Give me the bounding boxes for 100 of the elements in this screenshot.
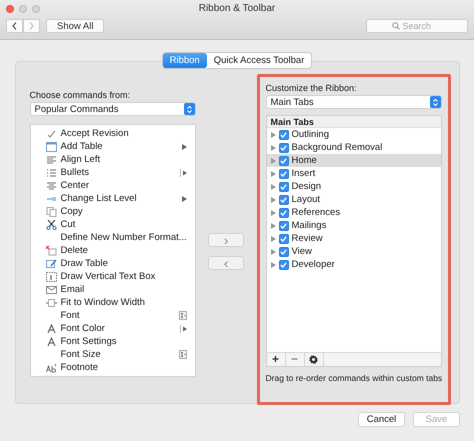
expand-arrow-icon[interactable] xyxy=(270,132,276,138)
tree-row[interactable]: Mailings xyxy=(266,219,440,232)
list-item[interactable]: Draw Vertical Text Box xyxy=(30,270,195,283)
split-arrow-icon[interactable] xyxy=(180,324,187,332)
list-item[interactable]: Font Color xyxy=(30,322,195,335)
expand-arrow-icon[interactable] xyxy=(270,158,276,164)
list-item[interactable]: Cut xyxy=(30,218,195,231)
list-item[interactable]: Footnote xyxy=(30,361,195,374)
search-field[interactable]: Search xyxy=(366,19,468,33)
expand-arrow-icon[interactable] xyxy=(270,144,276,150)
list-item[interactable]: Center xyxy=(30,179,195,192)
list-item[interactable]: Bullets xyxy=(30,166,195,179)
list-item[interactable]: Font xyxy=(30,309,195,322)
checkbox[interactable] xyxy=(278,130,288,140)
tree-row[interactable]: Home xyxy=(266,154,440,167)
cancel-button[interactable]: Cancel xyxy=(358,412,405,427)
expand-arrow-icon[interactable] xyxy=(270,170,276,176)
tree-header: Main Tabs xyxy=(266,116,440,128)
tree-row[interactable]: Outlining xyxy=(266,128,440,141)
checkbox[interactable] xyxy=(278,208,288,218)
checkbox[interactable] xyxy=(278,194,288,204)
hint-text: Drag to re-order commands within custom tabs xyxy=(266,373,442,383)
expand-arrow-icon[interactable] xyxy=(270,248,276,254)
font-field-icon[interactable] xyxy=(178,350,187,359)
tab-name: Insert xyxy=(292,168,316,179)
add-button[interactable]: + xyxy=(266,353,286,366)
align-left-icon xyxy=(46,154,56,164)
tree-row[interactable]: Review xyxy=(266,232,440,245)
table-icon xyxy=(46,142,56,152)
expand-arrow-icon[interactable] xyxy=(270,210,276,216)
list-item[interactable]: Add Table xyxy=(30,140,195,153)
list-item[interactable]: Copy xyxy=(30,205,195,218)
submenu-arrow-icon[interactable] xyxy=(182,144,187,150)
letter-icon xyxy=(46,324,56,334)
list-item[interactable]: Font Size xyxy=(30,348,195,361)
checkbox[interactable] xyxy=(278,260,288,270)
list-item[interactable]: Define New Number Format... xyxy=(30,231,195,244)
tab-name: Outlining xyxy=(292,129,329,140)
tree-row[interactable]: Layout xyxy=(266,193,440,206)
expand-arrow-icon[interactable] xyxy=(270,222,276,228)
window-title: Ribbon & Toolbar xyxy=(198,3,276,14)
footnote-icon xyxy=(46,362,56,372)
stepper-icon xyxy=(430,96,440,108)
list-item[interactable]: Change List Level xyxy=(30,192,195,205)
tree-row[interactable]: Design xyxy=(266,180,440,193)
submenu-arrow-icon[interactable] xyxy=(182,196,187,202)
show-all-button[interactable]: Show All xyxy=(46,19,104,33)
expand-arrow-icon[interactable] xyxy=(270,236,276,242)
pencil-table-icon xyxy=(46,258,56,268)
list-item[interactable]: Email xyxy=(30,283,195,296)
list-item[interactable]: Accept Revision xyxy=(30,127,195,140)
tab-name: Layout xyxy=(292,194,320,205)
checkmark-icon xyxy=(46,128,56,138)
tabs-dropdown[interactable]: Main Tabs xyxy=(266,95,442,109)
list-item[interactable]: Font Settings xyxy=(30,335,195,348)
close-button[interactable] xyxy=(6,4,14,12)
commands-dropdown[interactable]: Popular Commands xyxy=(30,102,196,116)
tab-name: Background Removal xyxy=(292,142,382,153)
font-field-icon[interactable] xyxy=(178,311,187,320)
search-input[interactable]: Search xyxy=(402,21,442,31)
checkbox[interactable] xyxy=(278,220,288,230)
checkbox[interactable] xyxy=(278,234,288,244)
bullet-list-icon xyxy=(46,168,56,178)
text-box-icon xyxy=(46,272,56,282)
back-button[interactable] xyxy=(6,19,23,33)
stepper-icon xyxy=(184,103,195,115)
field-label: Choose commands from: xyxy=(30,90,132,100)
split-arrow-icon[interactable] xyxy=(180,168,187,176)
checkbox[interactable] xyxy=(278,168,288,178)
tree-row[interactable]: Background Removal xyxy=(266,141,440,154)
tree-row[interactable]: Developer xyxy=(266,258,440,271)
tab-name: View xyxy=(292,246,312,257)
chevron-left-icon xyxy=(12,22,17,30)
tree-row[interactable]: Insert xyxy=(266,167,440,180)
expand-arrow-icon[interactable] xyxy=(270,262,276,268)
list-item[interactable]: Delete xyxy=(30,244,195,257)
copy-icon xyxy=(46,206,56,216)
list-item[interactable]: Align Left xyxy=(30,153,195,166)
list-item[interactable]: Draw Table xyxy=(30,257,195,270)
tab-name: Home xyxy=(292,155,317,166)
tree-row[interactable]: References xyxy=(266,206,440,219)
align-center-icon xyxy=(46,180,56,190)
delete-icon xyxy=(46,246,56,256)
tab-name: Review xyxy=(292,233,323,244)
checkbox[interactable] xyxy=(278,156,288,166)
field-label: Customize the Ribbon: xyxy=(266,83,358,93)
fit-width-icon xyxy=(46,298,56,308)
tab-name: Mailings xyxy=(292,220,326,231)
checkbox[interactable] xyxy=(278,142,288,152)
checkbox[interactable] xyxy=(278,246,288,256)
list-item[interactable]: Fit to Window Width xyxy=(30,296,195,309)
tab-name: Developer xyxy=(292,259,335,270)
tree-row[interactable]: View xyxy=(266,245,440,258)
checkbox[interactable] xyxy=(278,182,288,192)
search-icon xyxy=(392,22,400,30)
expand-arrow-icon[interactable] xyxy=(270,196,276,202)
expand-arrow-icon[interactable] xyxy=(270,184,276,190)
envelope-icon xyxy=(46,284,56,294)
letter-icon xyxy=(46,336,56,346)
chevron-right-icon xyxy=(29,22,34,30)
